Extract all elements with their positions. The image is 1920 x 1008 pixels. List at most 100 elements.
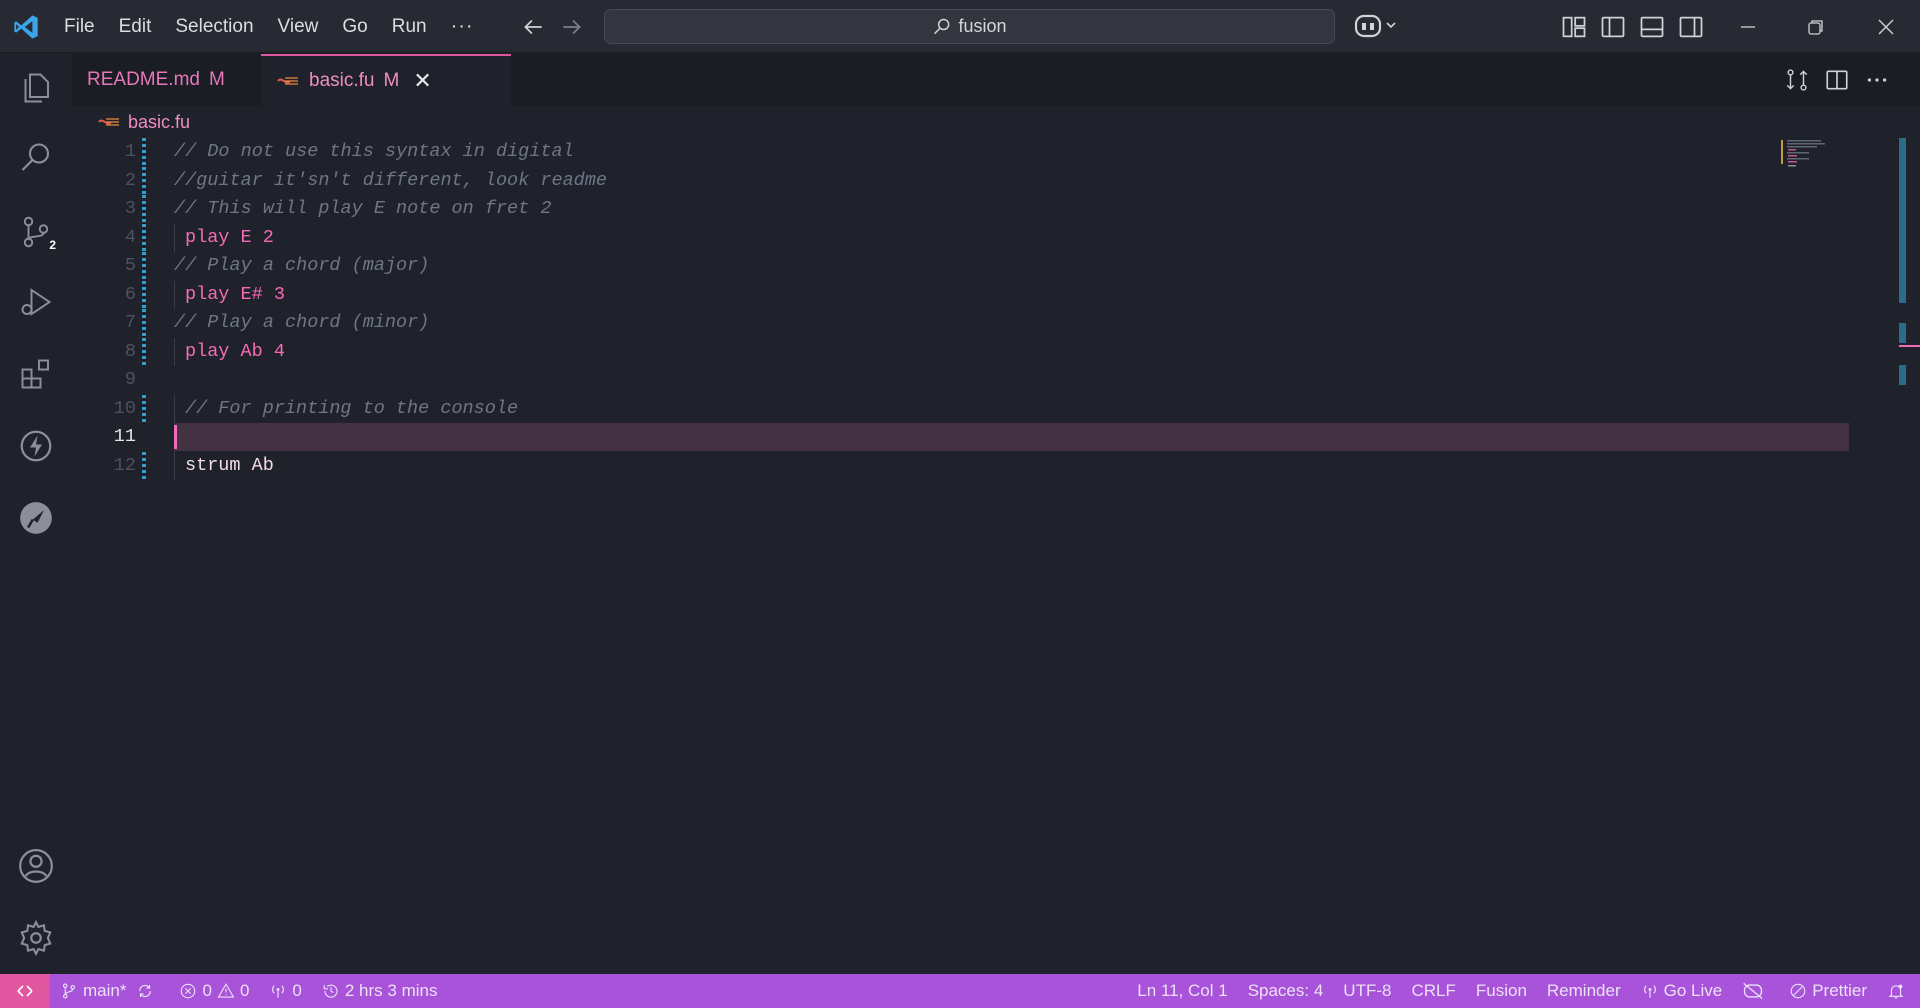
menu-bar: File Edit Selection View Go Run ··· (52, 0, 486, 53)
editor-actions (1784, 67, 1890, 93)
copilot-status-item[interactable] (1732, 974, 1779, 1008)
fusion-extension-button[interactable] (14, 496, 58, 540)
indent-guide (174, 280, 175, 309)
code-line: 4 play E 2 (72, 223, 1772, 252)
menu-go[interactable]: Go (330, 0, 379, 53)
lightning-icon (20, 430, 52, 462)
code-text: // Do not use this syntax in digital (174, 141, 574, 162)
search-icon (21, 143, 50, 171)
layout-controls (1560, 13, 1705, 41)
explorer-button[interactable] (14, 66, 58, 110)
ports-count: 0 (292, 981, 302, 1000)
go-live-item[interactable]: Go Live (1631, 974, 1733, 1008)
tab-basic-fu[interactable]: basic.fu M ✕ (261, 54, 511, 106)
menu-run[interactable]: Run (380, 0, 439, 53)
git-modified-marker (142, 195, 146, 223)
indent-guide (174, 394, 175, 423)
reminder-item[interactable]: Reminder (1537, 974, 1631, 1008)
indent-guide (174, 337, 175, 366)
close-icon (1878, 19, 1894, 34)
line-number: 9 (124, 369, 136, 390)
gear-icon (20, 919, 52, 957)
menu-selection[interactable]: Selection (163, 0, 265, 53)
menu-file[interactable]: File (52, 0, 107, 53)
ports-item[interactable]: 0 (259, 974, 311, 1008)
line-number: 7 (124, 312, 136, 333)
toggle-panel-icon[interactable] (1638, 13, 1666, 41)
warning-count: 0 (239, 981, 250, 1000)
close-window-button[interactable] (1852, 0, 1920, 53)
open-changes-icon[interactable] (1784, 67, 1810, 93)
error-count: 0 (202, 981, 212, 1000)
git-branch-item[interactable]: main* (50, 974, 169, 1008)
toggle-secondary-sidebar-icon[interactable] (1677, 13, 1705, 41)
copilot-disabled-icon (1743, 982, 1763, 1000)
restore-button[interactable] (1782, 0, 1850, 53)
restore-icon (1808, 19, 1823, 35)
menu-edit[interactable]: Edit (107, 0, 164, 53)
line-number: 10 (113, 397, 136, 419)
tab-label: basic.fu (309, 70, 375, 91)
fusion-file-icon (277, 77, 298, 85)
line-number: 5 (124, 255, 136, 276)
problems-item[interactable]: 0 0 (169, 974, 259, 1008)
breadcrumb[interactable]: basic.fu (98, 110, 190, 134)
minimize-button[interactable] (1714, 0, 1782, 53)
forward-arrow-icon[interactable] (559, 14, 585, 40)
accounts-button[interactable] (14, 844, 58, 888)
code-line: 8 play Ab 4 (72, 337, 1772, 366)
back-arrow-icon[interactable] (520, 14, 546, 40)
code-line-current: 11 (72, 423, 1772, 451)
language-mode-item[interactable]: Fusion (1466, 974, 1537, 1008)
git-modified-marker (142, 280, 146, 309)
search-view-button[interactable] (14, 136, 58, 180)
menu-more-button[interactable]: ··· (439, 0, 486, 53)
tab-close-icon[interactable]: ✕ (413, 68, 431, 94)
remote-button[interactable] (0, 974, 50, 1008)
git-modified-marker (142, 252, 146, 280)
manage-button[interactable] (14, 916, 58, 960)
code-editor[interactable]: 1 // Do not use this syntax in digital 2… (72, 138, 1920, 974)
run-debug-button[interactable] (14, 280, 58, 324)
copilot-icon[interactable] (1354, 12, 1400, 40)
line-ending-item[interactable]: CRLF (1401, 974, 1465, 1008)
sync-icon[interactable] (136, 982, 154, 1000)
line-number: 4 (124, 226, 136, 248)
tab-readme[interactable]: README.md M (72, 54, 260, 106)
code-line: 10 // For printing to the console (72, 394, 1772, 423)
command-center-search[interactable]: fusion (604, 9, 1335, 44)
minimap[interactable] (1781, 138, 1861, 168)
broadcast-icon (1643, 985, 1656, 998)
prettier-disabled-icon (1790, 983, 1806, 999)
git-modified-marker (142, 337, 146, 366)
more-actions-icon[interactable] (1864, 67, 1890, 93)
editor-tab-bar: README.md M basic.fu M ✕ (72, 54, 1920, 106)
time-tracker-item[interactable]: 2 hrs 3 mins (312, 974, 448, 1008)
go-live-label: Go Live (1663, 981, 1723, 1000)
menu-view[interactable]: View (266, 0, 331, 53)
cursor-position-item[interactable]: Ln 11, Col 1 (1127, 974, 1237, 1008)
vscode-logo-icon (14, 15, 38, 39)
thunder-client-button[interactable] (14, 424, 58, 468)
tab-label: README.md (87, 69, 200, 90)
code-line: 3 // This will play E note on fret 2 (72, 195, 1772, 223)
scrollbar-change-marks[interactable] (1899, 138, 1906, 303)
notifications-item[interactable] (1877, 974, 1920, 1008)
indent-guide (174, 223, 175, 252)
activity-bar: 2 (0, 54, 72, 974)
extensions-button[interactable] (14, 352, 58, 396)
code-line: 12 strum Ab (72, 451, 1772, 480)
prettier-item[interactable]: Prettier (1779, 974, 1877, 1008)
indentation-item[interactable]: Spaces: 4 (1238, 974, 1334, 1008)
source-control-button[interactable]: 2 (14, 210, 58, 254)
git-modified-marker (142, 166, 146, 195)
line-number: 11 (113, 426, 136, 447)
broadcast-icon (272, 985, 285, 998)
git-modified-marker (142, 223, 146, 252)
code-text: // Play a chord (minor) (174, 312, 430, 333)
split-editor-icon[interactable] (1824, 67, 1850, 93)
code-line: 6 play E# 3 (72, 280, 1772, 309)
encoding-item[interactable]: UTF-8 (1333, 974, 1401, 1008)
toggle-primary-sidebar-icon[interactable] (1599, 13, 1627, 41)
customize-layout-icon[interactable] (1560, 13, 1588, 41)
